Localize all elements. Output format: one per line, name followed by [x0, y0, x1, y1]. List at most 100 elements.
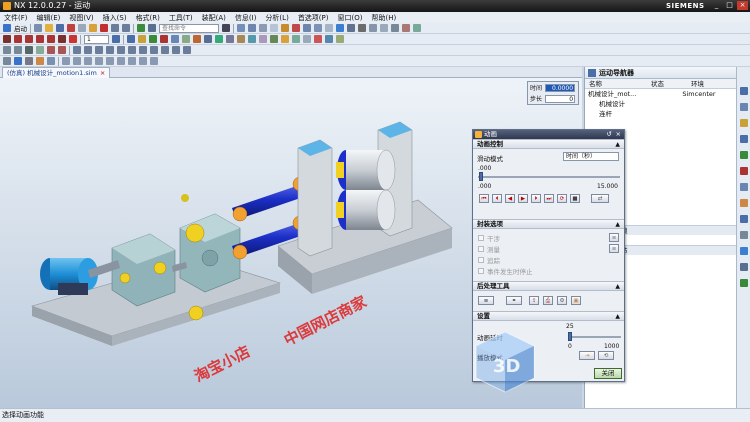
play-back-icon[interactable] — [25, 35, 33, 43]
true-shading-icon[interactable] — [150, 57, 158, 65]
animation-icon[interactable] — [281, 35, 289, 43]
capture-button[interactable]: ⎙ — [543, 296, 553, 305]
group-settings[interactable]: 设置 ▲ — [473, 311, 624, 321]
loop-button[interactable]: ⟳ — [557, 194, 567, 203]
bounded-icon[interactable] — [150, 46, 158, 54]
system-materials-icon[interactable] — [740, 215, 748, 223]
motion-navigator-icon[interactable] — [740, 135, 748, 143]
grid-icon[interactable] — [237, 24, 245, 32]
stop-icon[interactable] — [69, 35, 77, 43]
sensor-icon[interactable] — [259, 35, 267, 43]
marker-icon[interactable] — [149, 35, 157, 43]
stop-on-event-checkbox[interactable]: 事件发生时停止 — [478, 266, 533, 276]
cable-icon[interactable] — [237, 35, 245, 43]
paste-icon[interactable] — [89, 24, 97, 32]
tool-a-icon[interactable] — [380, 24, 388, 32]
measure-checkbox[interactable]: 测量 — [478, 244, 500, 254]
tool-e-icon[interactable] — [303, 35, 311, 43]
settings-button[interactable]: ⚙ — [557, 296, 567, 305]
solve-icon[interactable] — [204, 35, 212, 43]
hidden-line-icon[interactable] — [95, 57, 103, 65]
export-icon[interactable] — [292, 35, 300, 43]
search-icon[interactable] — [222, 24, 230, 32]
tab-sim-file[interactable]: (仿真) 机械设计_motion1.sim × — [2, 67, 111, 78]
command-finder-icon[interactable] — [137, 24, 145, 32]
layer-icon[interactable] — [303, 24, 311, 32]
history-icon[interactable] — [740, 199, 748, 207]
tree-row[interactable]: 连杆 — [585, 109, 736, 119]
package-option-button-1[interactable]: ≡ — [609, 233, 619, 242]
delay-slider[interactable] — [568, 336, 621, 338]
delay-slider-thumb[interactable] — [568, 332, 572, 341]
view-orient-icon[interactable] — [248, 24, 256, 32]
package-option-button-2[interactable]: ≡ — [609, 244, 619, 253]
spring-icon[interactable] — [171, 35, 179, 43]
start-icon[interactable] — [3, 24, 11, 32]
copy-icon[interactable] — [78, 24, 86, 32]
tree-row[interactable]: 机械设计 — [585, 99, 736, 109]
collapse-icon[interactable]: ▲ — [615, 140, 620, 149]
studio-icon[interactable] — [106, 57, 114, 65]
menu-analysis[interactable]: 分析(L) — [265, 13, 288, 23]
link-button[interactable]: ⚭ — [506, 296, 522, 305]
zoom-icon[interactable] — [270, 24, 278, 32]
menu-insert[interactable]: 插入(S) — [103, 13, 127, 23]
trace-checkbox[interactable]: 追踪 — [478, 255, 500, 265]
open-icon[interactable] — [45, 24, 53, 32]
arc-center-icon[interactable] — [139, 46, 147, 54]
face-point-icon[interactable] — [128, 46, 136, 54]
tree-row[interactable]: 机械设计_mot... Simcenter — [585, 89, 736, 99]
coupler-icon[interactable] — [248, 35, 256, 43]
rack-icon[interactable] — [226, 35, 234, 43]
tangent-icon[interactable] — [117, 46, 125, 54]
step-back-button[interactable]: ⏴ — [492, 194, 502, 203]
assembly-navigator-icon[interactable] — [740, 103, 748, 111]
web-browser-icon[interactable] — [740, 183, 748, 191]
face-analysis-icon[interactable] — [117, 57, 125, 65]
group-package-options[interactable]: 封装选项 ▲ — [473, 219, 624, 229]
trace-list-button[interactable]: ≡ — [478, 296, 494, 305]
roles-icon[interactable] — [740, 247, 748, 255]
static-wire-icon[interactable] — [139, 57, 147, 65]
interference-checkbox[interactable]: 干涉 — [478, 233, 500, 243]
dropdown-icon[interactable] — [112, 35, 120, 43]
curve-point-icon[interactable] — [161, 46, 169, 54]
time-field[interactable]: 0.0000 — [545, 83, 576, 92]
window-icon[interactable] — [148, 24, 156, 32]
measure-icon[interactable] — [358, 24, 366, 32]
collapse-icon[interactable]: ▲ — [615, 312, 620, 321]
snap-point-icon[interactable] — [36, 46, 44, 54]
motion-body-icon[interactable] — [127, 35, 135, 43]
lasso-icon[interactable] — [36, 57, 44, 65]
play-icon[interactable] — [36, 35, 44, 43]
grid-snap-icon[interactable] — [73, 46, 81, 54]
dialog-reset-icon[interactable]: ↺ — [607, 130, 612, 139]
select-scope-icon[interactable] — [14, 46, 22, 54]
close-button[interactable]: 关闭 — [594, 368, 622, 379]
group-post-tools[interactable]: 后处理工具 ▲ — [473, 281, 624, 291]
partial-shading-icon[interactable] — [128, 57, 136, 65]
menu-tools[interactable]: 工具(T) — [169, 13, 193, 23]
section-icon[interactable] — [292, 24, 300, 32]
edit-color-icon[interactable] — [336, 24, 344, 32]
render-style-icon[interactable] — [281, 24, 289, 32]
cursor-icon[interactable] — [14, 57, 22, 65]
tab-close-icon[interactable]: × — [100, 69, 105, 77]
cut-icon[interactable] — [67, 24, 75, 32]
force-icon[interactable] — [193, 35, 201, 43]
part-navigator-icon[interactable] — [740, 87, 748, 95]
tool-b-icon[interactable] — [391, 24, 399, 32]
fast-forward-icon[interactable] — [58, 35, 66, 43]
dialog-close-icon[interactable]: × — [616, 130, 621, 139]
constraint-navigator-icon[interactable] — [740, 119, 748, 127]
menu-preferences[interactable]: 首选项(P) — [298, 13, 329, 23]
play-button[interactable]: ▶ — [518, 194, 528, 203]
contact-icon[interactable] — [182, 35, 190, 43]
reverse-play-button[interactable]: ◀ — [505, 194, 515, 203]
tree-row[interactable] — [585, 119, 736, 129]
minimize-button[interactable]: _ — [711, 1, 722, 10]
quadrant-icon[interactable] — [95, 46, 103, 54]
menu-format[interactable]: 格式(R) — [136, 13, 160, 23]
maximize-button[interactable]: □ — [724, 1, 735, 10]
plot-icon[interactable] — [270, 35, 278, 43]
